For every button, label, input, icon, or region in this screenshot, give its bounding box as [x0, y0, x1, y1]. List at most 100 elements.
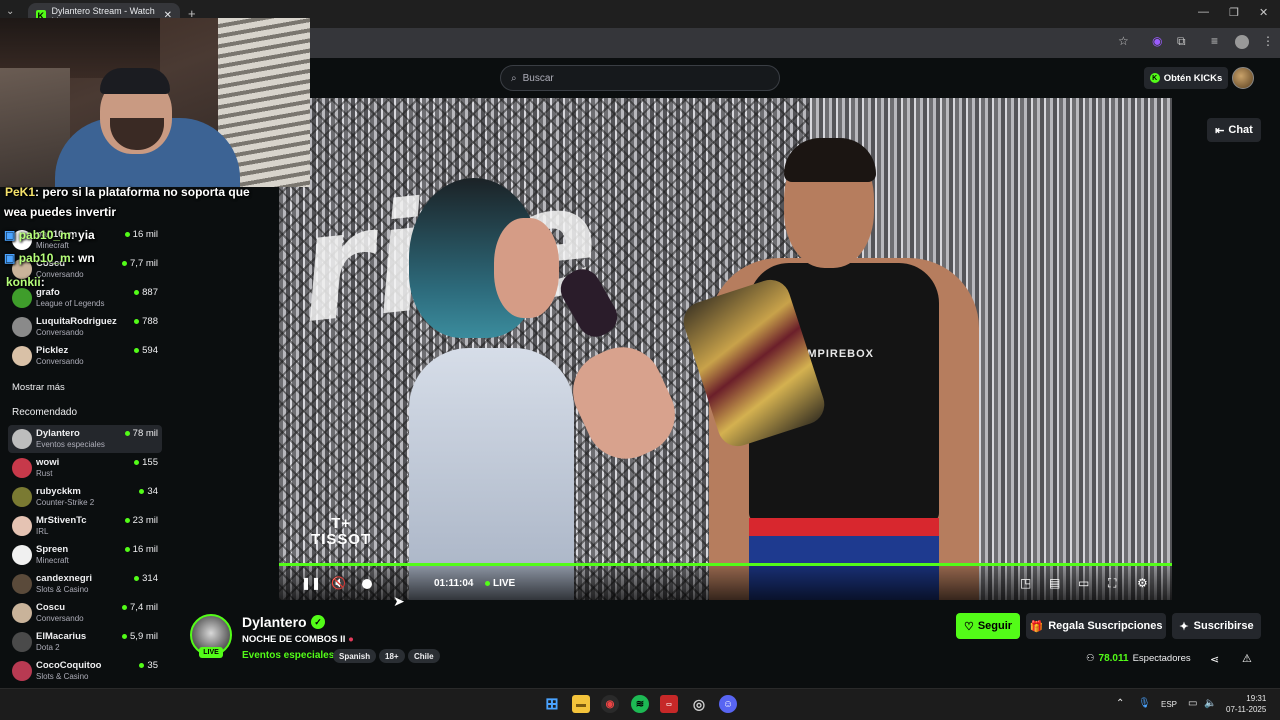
- avatar: [12, 346, 32, 366]
- mute-icon[interactable]: 🔇: [331, 576, 346, 590]
- chat-expand-icon: ⇤: [1215, 124, 1225, 137]
- avatar: [12, 545, 32, 565]
- pip-icon[interactable]: ◳: [1020, 576, 1031, 590]
- sidebar-item-recommended[interactable]: Coscu Conversando 7,4 mil: [8, 599, 162, 627]
- viewer-count: 155: [134, 457, 158, 468]
- sidebar-item-recommended[interactable]: CocoCoquitoo Slots & Casino 35: [8, 657, 162, 685]
- get-kicks-button[interactable]: K Obtén KICKs: [1144, 67, 1228, 89]
- sidebar-item-recommended[interactable]: Dylantero Eventos especiales 78 mil: [8, 425, 162, 453]
- tag-language[interactable]: Spanish: [333, 649, 377, 663]
- sidebar-item-recommended[interactable]: MrStivenTc IRL 23 mil: [8, 512, 162, 540]
- user-avatar[interactable]: [1232, 67, 1254, 89]
- tissot-logo: T+ TISSOT: [311, 515, 372, 548]
- extensions-puzzle-icon[interactable]: ⧉: [1177, 34, 1186, 49]
- webcam-overlay: [0, 18, 310, 187]
- channel-name: Spreen: [36, 544, 69, 555]
- gift-subs-button[interactable]: 🎁 Regala Suscripciones: [1026, 613, 1166, 639]
- steam-icon[interactable]: ◎: [690, 695, 708, 713]
- tab-list-chevron-icon[interactable]: ⌄: [6, 6, 14, 17]
- avatar: [12, 429, 32, 449]
- channel-category: Conversando: [36, 328, 84, 337]
- channel-name-heading[interactable]: Dylantero: [242, 614, 307, 630]
- sidebar-item-recommended[interactable]: ElMacarius Dota 2 5,9 mil: [8, 628, 162, 656]
- avatar: [12, 317, 32, 337]
- system-clock[interactable]: 19:31 07-11-2025: [1226, 693, 1266, 715]
- viewers-icon: ⚇: [1086, 653, 1095, 664]
- chrome-icon[interactable]: ◉: [601, 695, 619, 713]
- start-menu-icon[interactable]: ⊞: [543, 695, 561, 713]
- tray-chevron-icon[interactable]: ⌃: [1116, 698, 1124, 709]
- network-icon[interactable]: ▭: [1188, 698, 1197, 709]
- get-kicks-label: Obtén KICKs: [1163, 72, 1223, 84]
- report-warning-icon[interactable]: ⚠: [1242, 652, 1252, 665]
- channel-name: candexnegri: [36, 573, 92, 584]
- channel-name: ElMacarius: [36, 631, 87, 642]
- tag-age[interactable]: 18+: [379, 649, 405, 663]
- extension-icon[interactable]: ◉: [1152, 34, 1162, 48]
- interviewer-face: [494, 218, 559, 318]
- sidebar-item-following[interactable]: LuquitaRodriguez Conversando 788: [8, 313, 162, 341]
- maximize-button[interactable]: ❐: [1229, 6, 1239, 19]
- video-controls: ❚❚ 🔇 01:11:04 LIVE ◳ ▤ ▭ ⛶ ⚙: [279, 566, 1172, 600]
- theater-mode-icon[interactable]: ▭: [1078, 576, 1089, 590]
- settings-gear-icon[interactable]: ⚙: [1137, 576, 1148, 590]
- tag-country[interactable]: Chile: [408, 649, 440, 663]
- volume-slider-handle[interactable]: [362, 579, 372, 589]
- chat-message: PeK1: pero si la plataforma no soporta q…: [5, 185, 250, 199]
- stream-category-link[interactable]: Eventos especiales: [242, 650, 334, 661]
- gift-icon: 🎁: [1029, 620, 1044, 633]
- channel-name: Dylantero: [36, 428, 80, 439]
- tray-app-icon[interactable]: 🎙: [1138, 698, 1151, 709]
- video-player[interactable]: rite EMPIREBOX T+ TISSOT: [279, 98, 1172, 600]
- sidebar-item-recommended[interactable]: Spreen Minecraft 16 mil: [8, 541, 162, 569]
- channel-category: Rust: [36, 469, 53, 478]
- channel-category: Dota 2: [36, 643, 60, 652]
- follow-button[interactable]: ♡ Seguir: [956, 613, 1020, 639]
- spotify-icon[interactable]: ≋: [631, 695, 649, 713]
- verified-icon: ✓: [311, 615, 325, 629]
- chat-message: ▣ pab10_m: yia: [4, 228, 95, 242]
- channel-name: wowi: [36, 457, 60, 468]
- sidebar-item-following[interactable]: Picklez Conversando 594: [8, 342, 162, 370]
- profile-avatar[interactable]: [1235, 35, 1249, 49]
- viewer-count: 594: [134, 345, 158, 356]
- viewer-count: 887: [134, 287, 158, 298]
- avatar: [12, 516, 32, 536]
- media-control-icon[interactable]: ≡: [1211, 34, 1218, 48]
- live-indicator[interactable]: LIVE: [485, 578, 515, 589]
- app-icon[interactable]: ▭: [660, 695, 678, 713]
- share-icon[interactable]: ⋖: [1210, 653, 1219, 666]
- browser-menu-icon[interactable]: ⋮: [1262, 34, 1274, 48]
- close-window-button[interactable]: ✕: [1259, 6, 1268, 19]
- chat-message: konkii:: [6, 275, 45, 289]
- viewer-count-display: ⚇ 78.011 Espectadores: [1086, 653, 1191, 664]
- channel-category: Eventos especiales: [36, 440, 105, 449]
- clip-icon[interactable]: ▤: [1049, 576, 1060, 590]
- input-language[interactable]: ESP: [1161, 700, 1177, 709]
- viewer-count: 16 mil: [124, 544, 158, 555]
- viewer-count: 314: [134, 573, 158, 584]
- sidebar-item-recommended[interactable]: wowi Rust 155: [8, 454, 162, 482]
- volume-icon[interactable]: 🔈: [1204, 698, 1216, 709]
- show-more-link[interactable]: Mostrar más: [12, 382, 65, 393]
- channel-category: Minecraft: [36, 556, 69, 565]
- channel-name: grafo: [36, 287, 60, 298]
- viewer-count: 788: [134, 316, 158, 327]
- chat-toggle-button[interactable]: ⇤ Chat: [1207, 118, 1261, 142]
- search-input[interactable]: ⌕ Buscar: [500, 65, 780, 91]
- discord-icon[interactable]: ☺: [719, 695, 737, 713]
- channel-category: Counter-Strike 2: [36, 498, 95, 507]
- minimize-button[interactable]: —: [1198, 6, 1209, 18]
- chat-badge-icon: ▣: [4, 228, 16, 242]
- subscribe-button[interactable]: ✦ Suscribirse: [1172, 613, 1261, 639]
- fullscreen-icon[interactable]: ⛶: [1108, 576, 1116, 591]
- pause-icon[interactable]: ❚❚: [301, 576, 321, 590]
- chat-message: wea puedes invertir: [4, 205, 117, 219]
- bookmark-star-icon[interactable]: ☆: [1118, 34, 1129, 48]
- sidebar-item-recommended[interactable]: candexnegri Slots & Casino 314: [8, 570, 162, 598]
- file-explorer-icon[interactable]: ▬: [572, 695, 590, 713]
- avatar: [12, 288, 32, 308]
- kicks-coin-icon: K: [1149, 73, 1160, 83]
- viewer-count: 16 mil: [124, 229, 158, 240]
- sidebar-item-recommended[interactable]: rubyckkm Counter-Strike 2 34: [8, 483, 162, 511]
